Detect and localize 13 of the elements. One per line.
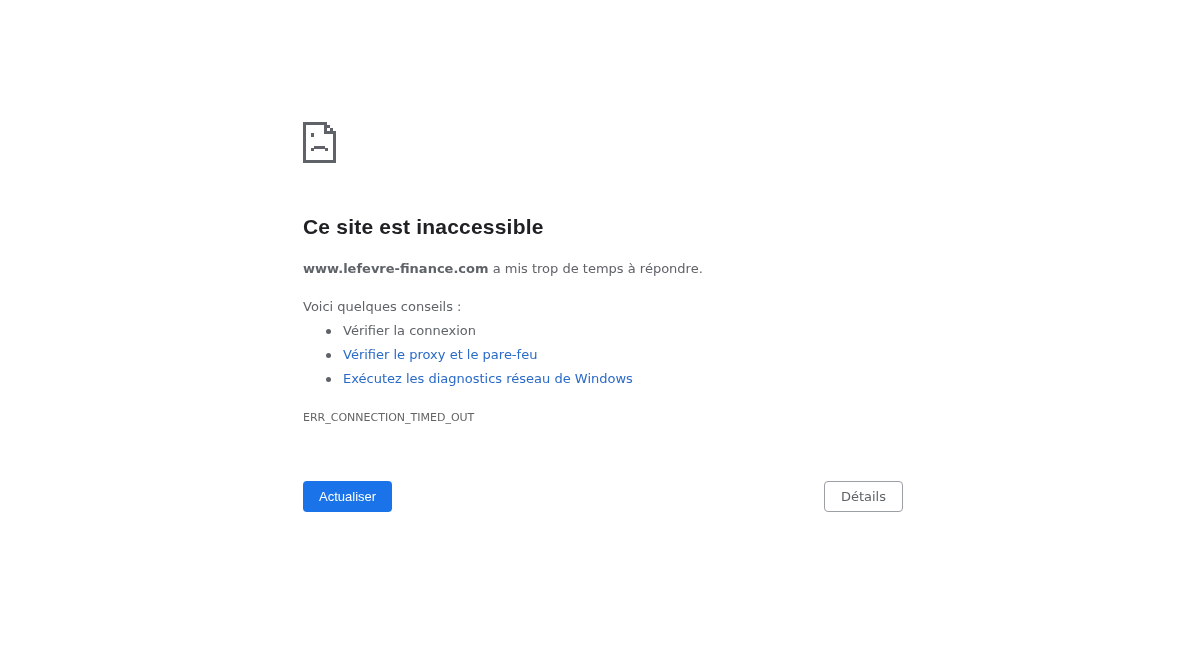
page-heading: Ce site est inaccessible — [303, 214, 545, 240]
suggestion-text: Vérifier la connexion — [343, 322, 477, 340]
suggestion-link[interactable]: Vérifier le proxy et le pare-feu — [343, 343, 538, 367]
sad-page-icon — [303, 122, 336, 163]
error-summary: www.lefevre-finance.com a mis trop de temps à répondre. — [303, 260, 704, 278]
bullet-icon — [326, 376, 331, 382]
details-button[interactable]: Détails — [823, 481, 903, 512]
bullet-icon — [326, 328, 331, 334]
suggestions-title: Voici quelques conseils : — [303, 298, 463, 316]
reload-button[interactable]: Actualiser — [303, 481, 393, 512]
suggestion-link[interactable]: Exécutez les diagnostics réseau de Windows — [343, 367, 633, 391]
bullet-icon — [326, 352, 331, 358]
error-code: ERR_CONNECTION_TIMED_OUT — [303, 410, 476, 426]
